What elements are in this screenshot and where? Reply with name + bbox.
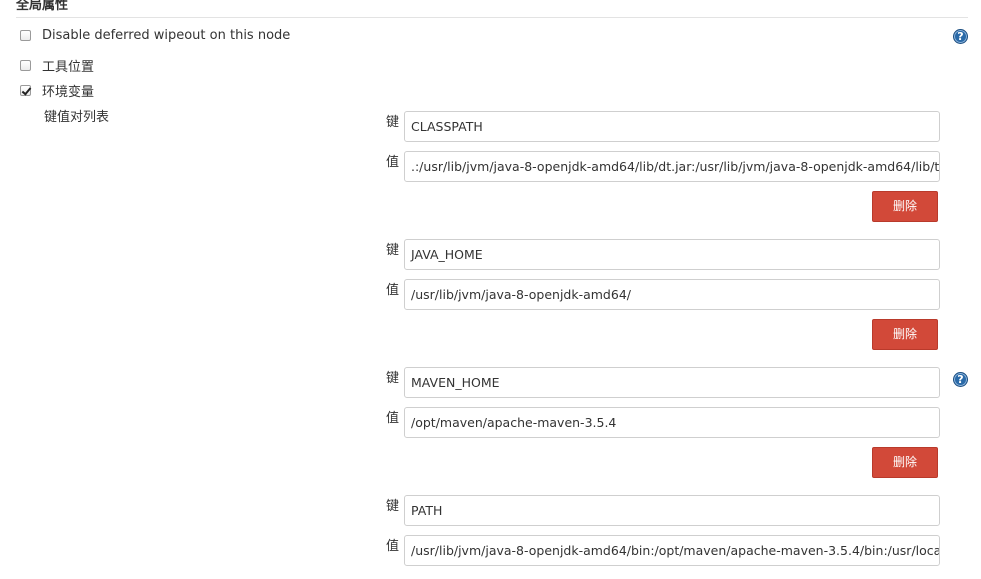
value-field[interactable]: /usr/lib/jvm/java-8-openjdk-amd64/bin:/o…	[404, 535, 940, 566]
delete-button[interactable]: 删除	[872, 319, 938, 350]
key-label: 键	[386, 499, 400, 514]
value-field[interactable]: /opt/maven/apache-maven-3.5.4	[404, 407, 940, 438]
environment-variables-label: 环境变量	[42, 85, 95, 100]
option-disable-deferred-wipeout[interactable]: Disable deferred wipeout on this node	[20, 28, 290, 43]
value-field[interactable]: .:/usr/lib/jvm/java-8-openjdk-amd64/lib/…	[404, 151, 940, 182]
value-label: 值	[386, 539, 400, 554]
value-field[interactable]: /usr/lib/jvm/java-8-openjdk-amd64/	[404, 279, 940, 310]
help-icon[interactable]: ?	[953, 372, 968, 387]
key-field[interactable]: MAVEN_HOME	[404, 367, 940, 398]
section-title: 全局属性	[16, 0, 69, 13]
key-field[interactable]: JAVA_HOME	[404, 239, 940, 270]
help-icon[interactable]: ?	[953, 29, 968, 44]
key-field[interactable]: CLASSPATH	[404, 111, 940, 142]
tool-locations-label: 工具位置	[42, 60, 95, 75]
key-label: 键	[386, 371, 400, 386]
environment-variables-checkbox[interactable]	[20, 85, 31, 96]
delete-button[interactable]: 删除	[872, 447, 938, 478]
delete-button[interactable]: 删除	[872, 191, 938, 222]
value-label: 值	[386, 283, 400, 298]
value-label: 值	[386, 155, 400, 170]
disable-deferred-wipeout-label: Disable deferred wipeout on this node	[42, 28, 291, 43]
disable-deferred-wipeout-checkbox[interactable]	[20, 30, 31, 41]
option-tool-locations[interactable]: 工具位置	[20, 56, 94, 75]
section-divider	[16, 17, 968, 18]
key-label: 键	[386, 243, 400, 258]
key-value-list-label: 键值对列表	[44, 110, 110, 125]
value-label: 值	[386, 411, 400, 426]
option-environment-variables[interactable]: 环境变量	[20, 81, 94, 100]
tool-locations-checkbox[interactable]	[20, 60, 31, 71]
key-label: 键	[386, 115, 400, 130]
key-field[interactable]: PATH	[404, 495, 940, 526]
